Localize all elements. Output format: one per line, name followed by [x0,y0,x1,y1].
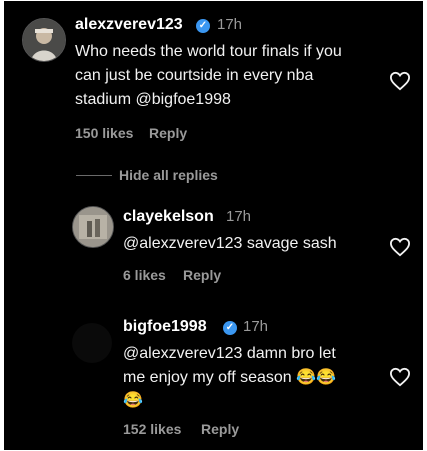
avatar-clayekelson[interactable] [72,206,114,248]
reply-1-username[interactable]: clayekelson [123,208,214,226]
heart-outline-icon[interactable] [389,367,411,387]
comments-panel: alexzverev123 ✓ 17h Who needs the world … [4,1,423,450]
reply-2-text-line-2: me enjoy my off season 😂😂 [123,369,336,386]
hide-replies-divider [76,175,112,176]
avatar-alexzverev123[interactable] [22,18,66,62]
hide-all-replies-button[interactable]: Hide all replies [119,167,218,183]
reply-2-reply-button[interactable]: Reply [201,421,239,437]
reply-2-text-line-3: 😂 [123,392,143,409]
reply-1-time: 17h [226,208,252,225]
comment-text-line-3: stadium @bigfoe1998 [75,91,231,108]
avatar-bigfoe1998[interactable] [72,323,112,363]
heart-outline-icon[interactable] [389,71,411,91]
reply-2-text-line-1: @alexzverev123 damn bro let [123,345,336,362]
comment-time: 17h [217,16,243,33]
reply-1-likes[interactable]: 6 likes [123,267,166,283]
verified-badge-icon: ✓ [223,321,237,335]
comment-text-line-2: can just be courtside in every nba [75,67,314,84]
reply-1-text-line-1: @alexzverev123 savage sash [123,235,337,252]
reply-2-time: 17h [243,318,269,335]
reply-2-likes[interactable]: 152 likes [123,421,181,437]
verified-badge-icon: ✓ [196,19,210,33]
comment-username[interactable]: alexzverev123 [75,16,183,34]
comment-likes[interactable]: 150 likes [75,125,133,141]
reply-2-username[interactable]: bigfoe1998 [123,318,207,336]
comment-text-line-1: Who needs the world tour finals if you [75,43,342,60]
reply-1-reply-button[interactable]: Reply [183,267,221,283]
heart-outline-icon[interactable] [389,237,411,257]
comment-reply-button[interactable]: Reply [149,125,187,141]
